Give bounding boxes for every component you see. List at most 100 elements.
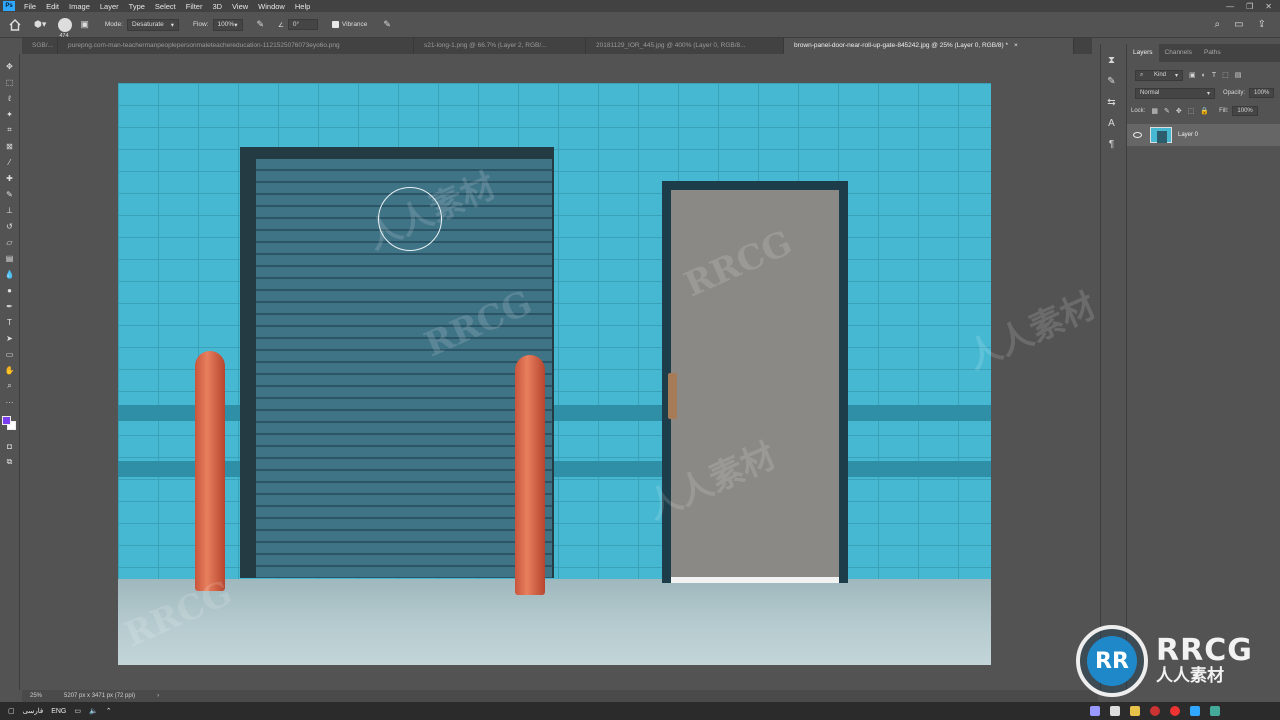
brush-preset-picker[interactable]: 474 <box>58 17 73 39</box>
brush-icon[interactable]: ✎ <box>4 188 16 200</box>
screen-mode-icon[interactable]: ⧉ <box>4 456 16 468</box>
search-icon[interactable]: ⌕ <box>1215 19 1221 30</box>
paragraph-panel-icon[interactable]: ¶ <box>1109 139 1114 150</box>
zoom-icon[interactable]: ⌕ <box>4 380 16 392</box>
network-icon[interactable]: ▭ <box>74 707 81 715</box>
tab-document-active[interactable]: brown-panel-door-near-roll-up-gate-84524… <box>784 38 1074 54</box>
lock-pixels-icon[interactable]: ✎ <box>1164 107 1170 115</box>
crop-icon[interactable]: ⌗ <box>4 124 16 136</box>
sponge-icon[interactable]: ● <box>4 284 16 296</box>
menu-window[interactable]: Window <box>253 2 290 11</box>
document-canvas[interactable] <box>118 83 991 665</box>
home-icon[interactable] <box>8 18 22 31</box>
close-button[interactable]: ✕ <box>1265 2 1272 11</box>
menu-help[interactable]: Help <box>290 2 315 11</box>
menu-layer[interactable]: Layer <box>95 2 124 11</box>
history-panel-icon[interactable]: ⧗ <box>1108 55 1115 66</box>
color-swatches[interactable] <box>1 416 18 432</box>
angle-input[interactable]: 0° <box>287 19 318 30</box>
eyedropper-icon[interactable]: ⁄ <box>4 156 16 168</box>
explorer-app-icon[interactable] <box>1130 706 1140 716</box>
tab-document-4[interactable]: 20181129_IOR_445.jpg @ 400% (Layer 0, RG… <box>586 38 784 54</box>
menu-filter[interactable]: Filter <box>181 2 208 11</box>
flow-input[interactable]: 100% ▾ <box>212 18 243 31</box>
brush-panel-icon[interactable]: ✎ <box>1107 76 1115 87</box>
lock-transparent-icon[interactable]: ▦ <box>1151 107 1158 115</box>
tool-preset-picker[interactable]: ⬢▾ <box>34 19 46 30</box>
brush-settings-icon[interactable]: ▣ <box>80 19 89 30</box>
foreground-color-swatch[interactable] <box>1 416 11 425</box>
restore-button[interactable]: ❐ <box>1246 2 1253 11</box>
file-app-icon[interactable] <box>1110 706 1120 716</box>
eraser-icon[interactable]: ▱ <box>4 236 16 248</box>
close-tab-icon[interactable]: × <box>1014 42 1018 49</box>
menu-type[interactable]: Type <box>124 2 150 11</box>
hand-icon[interactable]: ✋ <box>4 364 16 376</box>
opera-app-icon[interactable] <box>1170 706 1180 716</box>
adjustment-filter-icon[interactable]: ◐ <box>1202 72 1206 79</box>
record-app-icon[interactable] <box>1150 706 1160 716</box>
pressure-icon[interactable]: ✎ <box>383 19 391 30</box>
chevron-up-icon[interactable]: ⌃ <box>106 707 112 715</box>
photoshop-logo-icon[interactable]: Ps <box>3 1 15 11</box>
character-panel-icon[interactable]: A <box>1108 118 1115 129</box>
tab-document-2[interactable]: purepng.com-man-teachermanpeoplepersonma… <box>58 38 414 54</box>
airbrush-icon[interactable]: ✎ <box>257 19 265 30</box>
more-icon[interactable]: ··· <box>4 396 16 408</box>
menu-view[interactable]: View <box>227 2 253 11</box>
smart-object-filter-icon[interactable]: ▤ <box>1235 71 1242 79</box>
share-icon[interactable]: ⇪ <box>1258 19 1266 30</box>
frame-icon[interactable]: ⊠ <box>4 140 16 152</box>
type-icon[interactable]: T <box>4 316 16 328</box>
menu-image[interactable]: Image <box>64 2 95 11</box>
tab-document-3[interactable]: s21-long-1.png @ 66.7% (Layer 2, RGB/... <box>414 38 586 54</box>
zoom-level[interactable]: 25% <box>30 693 42 699</box>
menu-file[interactable]: File <box>19 2 41 11</box>
tab-layers[interactable]: Layers <box>1127 44 1159 62</box>
lock-position-icon[interactable]: ✥ <box>1176 107 1182 115</box>
gradient-icon[interactable]: ▤ <box>4 252 16 264</box>
mode-dropdown[interactable]: Desaturate ▾ <box>126 18 179 31</box>
magic-wand-icon[interactable]: ✦ <box>4 108 16 120</box>
opacity-input[interactable]: 100% <box>1249 88 1275 98</box>
vibrance-checkbox[interactable]: Vibrance <box>331 21 367 28</box>
browser-app-icon[interactable] <box>1210 706 1220 716</box>
rectangle-icon[interactable]: ▭ <box>4 348 16 360</box>
move-icon[interactable]: ✥ <box>4 60 16 72</box>
stamp-icon[interactable]: ⊥ <box>4 204 16 216</box>
tab-document-1[interactable]: SGB/... <box>22 38 58 54</box>
blend-mode-dropdown[interactable]: Normal ▾ <box>1135 87 1215 99</box>
language-indicator[interactable]: ENG <box>51 708 66 715</box>
menu-select[interactable]: Select <box>150 2 181 11</box>
tab-channels[interactable]: Channels <box>1159 44 1198 62</box>
menu-edit[interactable]: Edit <box>41 2 64 11</box>
healing-icon[interactable]: ✚ <box>4 172 16 184</box>
lock-artboard-icon[interactable]: ⬚ <box>1188 107 1195 115</box>
premiere-app-icon[interactable] <box>1090 706 1100 716</box>
shape-filter-icon[interactable]: ⬚ <box>1222 71 1229 79</box>
eye-icon[interactable] <box>1133 132 1142 138</box>
quick-mask-icon[interactable]: ◘ <box>4 440 16 452</box>
pen-icon[interactable]: ✒ <box>4 300 16 312</box>
layer-row[interactable]: Layer 0 <box>1127 124 1280 146</box>
kind-filter-dropdown[interactable]: ⌕ Kind ▾ <box>1135 69 1183 81</box>
marquee-icon[interactable]: ⬚ <box>4 76 16 88</box>
workspace-icon[interactable]: ▭ <box>1234 19 1243 30</box>
pixel-filter-icon[interactable]: ▣ <box>1189 71 1196 79</box>
tab-paths[interactable]: Paths <box>1198 44 1227 62</box>
lock-all-icon[interactable]: 🔒 <box>1200 107 1209 115</box>
photoshop-app-icon[interactable] <box>1190 706 1200 716</box>
keyboard-layout[interactable]: فارسی <box>23 707 44 715</box>
canvas-area[interactable]: RRCG RRCG 人人素材 人人素材 RRCG 人人素材 <box>22 54 1102 690</box>
blur-icon[interactable]: 💧 <box>4 268 16 280</box>
fill-input[interactable]: 100% <box>1232 106 1258 116</box>
notification-icon[interactable]: ▢ <box>8 707 15 715</box>
lasso-icon[interactable]: ℓ <box>4 92 16 104</box>
adjustments-panel-icon[interactable]: ⇆ <box>1107 97 1115 108</box>
minimize-button[interactable]: — <box>1226 2 1234 11</box>
menu-3d[interactable]: 3D <box>207 2 227 11</box>
chevron-right-icon[interactable]: › <box>157 693 159 699</box>
path-select-icon[interactable]: ➤ <box>4 332 16 344</box>
type-filter-icon[interactable]: T <box>1212 72 1216 79</box>
history-brush-icon[interactable]: ↺ <box>4 220 16 232</box>
